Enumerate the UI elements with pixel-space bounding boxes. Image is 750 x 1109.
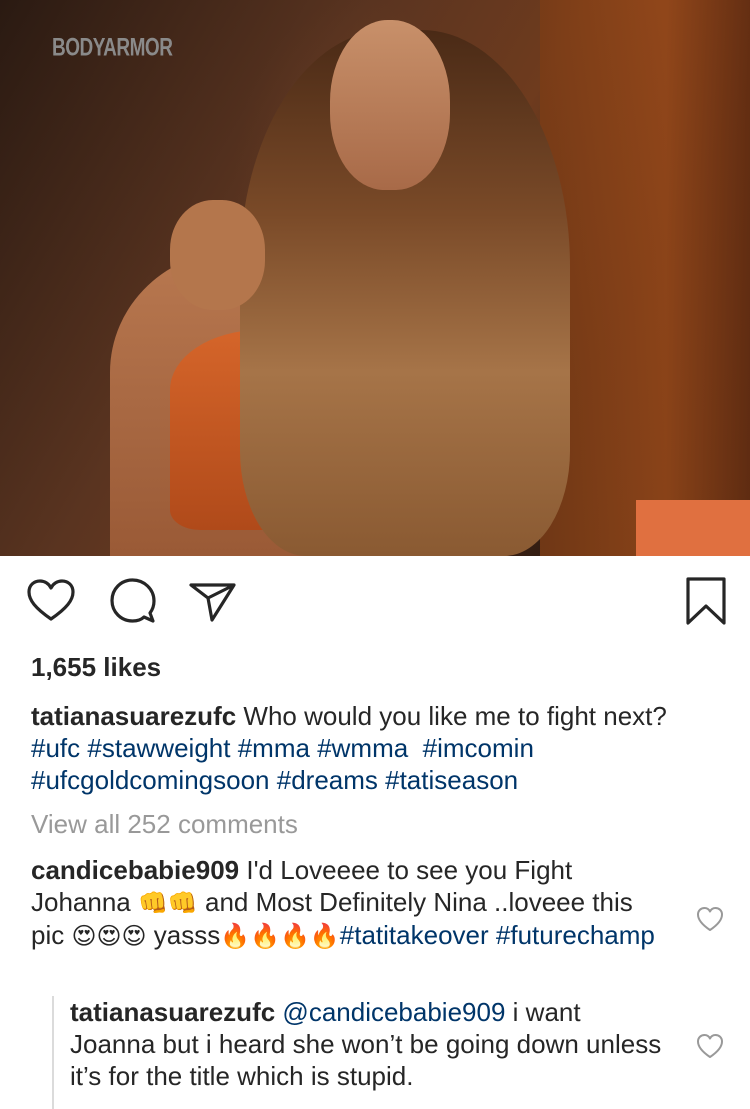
comment-icon <box>107 575 159 627</box>
reply-username[interactable]: tatianasuarezufc <box>70 997 275 1027</box>
bookmark-icon <box>680 575 732 627</box>
heart-eyes-emoji: 😍😍😍 <box>71 922 147 950</box>
like-button[interactable] <box>25 575 77 627</box>
hashtag[interactable]: #dreams <box>277 765 378 795</box>
hashtag[interactable]: #wmma <box>317 733 408 763</box>
caption-username[interactable]: tatianasuarezufc <box>31 701 236 731</box>
photo-face <box>330 20 450 190</box>
hashtag[interactable]: #ufcgoldcomingsoon <box>31 765 270 795</box>
caption-text: Who would you like me to fight next? <box>243 701 667 731</box>
comment-reply: tatianasuarezufc @candicebabie909 i want… <box>70 996 670 1092</box>
fire-emoji: 🔥🔥🔥🔥 <box>220 922 340 950</box>
post-caption: tatianasuarezufc Who would you like me t… <box>31 700 721 796</box>
reply-like-button[interactable] <box>695 1031 725 1061</box>
hashtag[interactable]: #tatiseason <box>385 765 518 795</box>
photo-background-wall <box>540 0 750 556</box>
reply-mention[interactable]: @candicebabie909 <box>282 997 505 1027</box>
save-button[interactable] <box>680 575 732 627</box>
photo-fist <box>170 200 265 310</box>
photo-orange-sign <box>636 500 750 556</box>
comment-text: yasss <box>153 920 221 950</box>
comment-username[interactable]: candicebabie909 <box>31 855 239 885</box>
hashtag[interactable]: #tatitakeover <box>340 920 489 950</box>
heart-icon <box>25 575 77 627</box>
post-photo[interactable]: BODYARMOR <box>0 0 750 556</box>
send-icon <box>186 575 238 627</box>
hashtag[interactable]: #stawweight <box>87 733 230 763</box>
reply-thread-line <box>52 996 54 1109</box>
hashtag[interactable]: #mma <box>238 733 310 763</box>
heart-icon <box>695 904 725 934</box>
hashtag[interactable]: #futurechamp <box>496 920 655 950</box>
comment-like-button[interactable] <box>695 904 725 934</box>
hashtag[interactable]: #ufc <box>31 733 80 763</box>
photo-brand-logo: BODYARMOR <box>52 34 173 62</box>
share-button[interactable] <box>186 575 238 627</box>
heart-icon <box>695 1031 725 1061</box>
comment: candicebabie909 I'd Loveeee to see you F… <box>31 854 671 952</box>
likes-count[interactable]: 1,655 likes <box>31 652 161 683</box>
view-all-comments-link[interactable]: View all 252 comments <box>31 809 298 840</box>
punch-emoji: 👊👊 <box>138 889 198 917</box>
hashtag[interactable]: #imcomin <box>423 733 534 763</box>
comment-button[interactable] <box>107 575 159 627</box>
